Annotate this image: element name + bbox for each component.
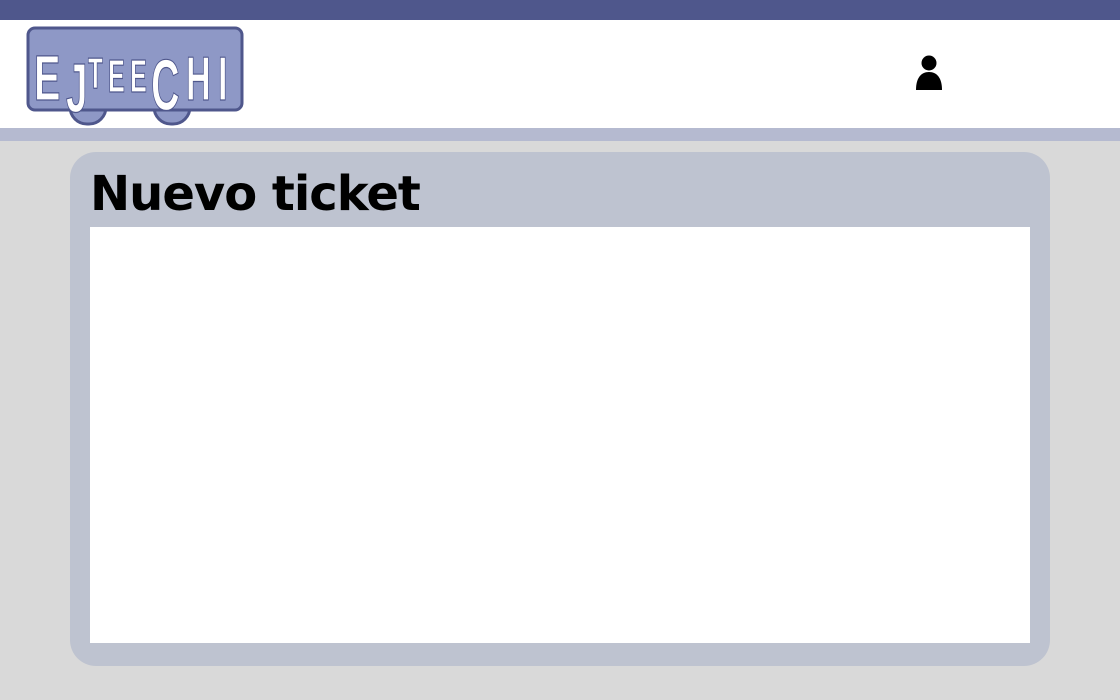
svg-text:J: J (66, 49, 87, 126)
svg-text:E: E (130, 50, 147, 102)
brand-logo[interactable]: E J T E E C H I (26, 26, 246, 127)
ticket-form-area (90, 227, 1030, 643)
user-silhouette-icon (916, 55, 942, 90)
svg-text:C: C (151, 46, 180, 126)
svg-text:I: I (218, 44, 227, 113)
svg-text:T: T (88, 48, 103, 98)
page-title: Nuevo ticket (90, 166, 421, 222)
svg-text:H: H (186, 44, 211, 113)
svg-text:E: E (108, 50, 125, 102)
new-ticket-panel: Nuevo ticket (70, 152, 1050, 666)
header-divider (0, 128, 1120, 141)
svg-text:E: E (34, 44, 60, 115)
user-icon[interactable] (912, 54, 946, 92)
top-accent-bar (0, 0, 1120, 20)
logo-graphic: E J T E E C H I (26, 26, 244, 127)
